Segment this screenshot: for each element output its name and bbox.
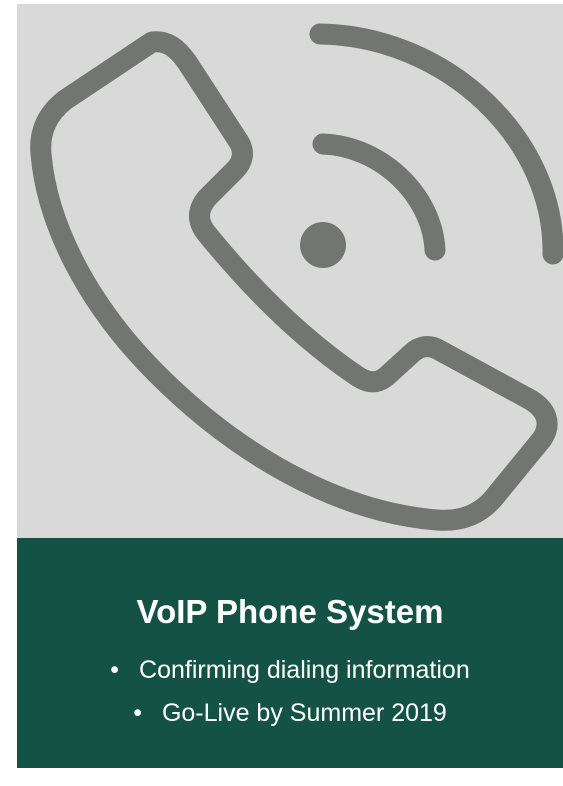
- bullet-text: Go-Live by Summer 2019: [161, 699, 447, 727]
- list-item: • Confirming dialing information: [17, 655, 563, 685]
- slide-card: VoIP Phone System • Confirming dialing in…: [17, 4, 563, 768]
- phone-call-icon: [30, 23, 563, 531]
- bullet-marker: •: [133, 699, 142, 727]
- bullet-text: Confirming dialing information: [139, 656, 470, 684]
- info-panel: VoIP Phone System • Confirming dialing in…: [17, 538, 563, 768]
- list-item: • Go-Live by Summer 2019: [17, 698, 563, 728]
- icon-panel: [17, 4, 563, 538]
- page-title: VoIP Phone System: [136, 593, 444, 630]
- bullet-marker: •: [110, 656, 120, 684]
